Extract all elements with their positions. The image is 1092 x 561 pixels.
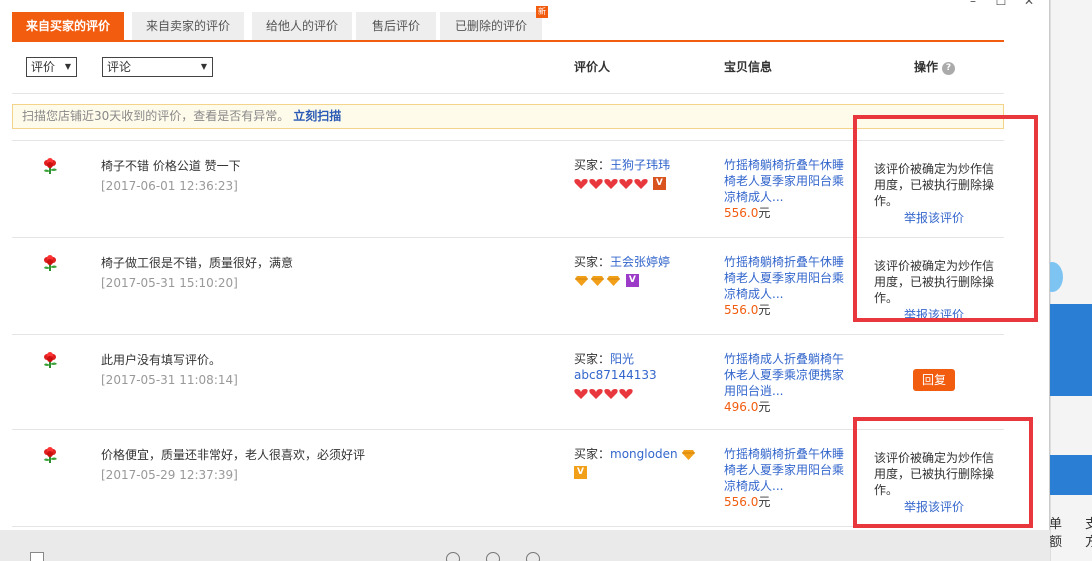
tab-from-buyers[interactable]: 来自买家的评价 [12, 12, 124, 40]
window-controls: – ☐ ✕ [959, 0, 1043, 8]
rater-info: 买家：mongloden V [574, 446, 709, 480]
bottom-toolbar [0, 530, 1050, 561]
diamond-level-icon [591, 275, 604, 286]
vip-badge-icon: V [625, 274, 639, 287]
select-all-checkbox[interactable] [30, 552, 44, 561]
caret-down-icon: ▼ [200, 62, 207, 71]
reply-button[interactable]: 回复 [913, 369, 955, 391]
item-info: 竹摇椅躺椅折叠午休睡椅老人夏季家用阳台乘凉椅成人... 556.0元 [724, 254, 849, 318]
zoom-in-icon[interactable] [446, 552, 460, 561]
vip-badge-icon: V [652, 177, 666, 190]
heart-level-icon [619, 178, 633, 189]
tab-deleted[interactable]: 已删除的评价新 [440, 6, 548, 40]
tab-after-sales[interactable]: 售后评价 [356, 12, 436, 40]
heart-level-icon [574, 388, 588, 399]
column-header-item: 宝贝信息 [724, 60, 773, 74]
buyer-name-link[interactable]: 王狗子玮玮 [610, 158, 670, 172]
item-info: 竹摇椅躺椅折叠午休睡椅老人夏季家用阳台乘凉椅成人... 556.0元 [724, 446, 849, 510]
rating-filter-select[interactable]: 评价 ▼ [26, 57, 77, 77]
buyer-name-link[interactable]: 阳光 [610, 352, 634, 366]
background-panel [1043, 304, 1092, 396]
item-title-link[interactable]: 竹摇椅躺椅折叠午休睡椅老人夏季家用阳台乘凉椅成人... [724, 157, 849, 205]
close-icon[interactable]: ✕ [1015, 0, 1043, 8]
minimize-icon[interactable]: – [959, 0, 987, 8]
item-info: 竹摇椅成人折叠躺椅午休老人夏季乘凉便携家用阳台逍... 496.0元 [724, 351, 849, 415]
review-comment: 椅子做工很是不错，质量很好，满意 [101, 256, 294, 270]
tab-to-others[interactable]: 给他人的评价 [252, 12, 352, 40]
review-date: [2017-05-31 11:08:14] [101, 373, 238, 387]
help-icon[interactable]: ? [942, 62, 956, 75]
heart-level-icon [574, 178, 588, 189]
diamond-level-icon [575, 275, 588, 286]
buyer-name-link[interactable]: 王会张婷婷 [610, 255, 670, 269]
heart-level-icon [589, 178, 603, 189]
heart-level-icon [604, 178, 618, 189]
zoom-out-icon[interactable] [486, 552, 500, 561]
item-title-link[interactable]: 竹摇椅成人折叠躺椅午休老人夏季乘凉便携家用阳台逍... [724, 351, 849, 399]
background-column-text: 单额 [1049, 517, 1063, 550]
item-info: 竹摇椅躺椅折叠午休睡椅老人夏季家用阳台乘凉椅成人... 556.0元 [724, 157, 849, 221]
heart-level-icon [634, 178, 648, 189]
divider [12, 93, 1004, 94]
rater-info: 买家：王狗子玮玮 V [574, 158, 671, 190]
item-price: 556.0元 [724, 495, 771, 509]
item-price: 556.0元 [724, 303, 771, 317]
review-tabs: 来自买家的评价 来自卖家的评价 给他人的评价 售后评价 已删除的评价新 [12, 6, 1004, 42]
heart-level-icon [604, 388, 618, 399]
scan-now-link[interactable]: 立刻扫描 [293, 109, 341, 123]
flower-good-rating-icon [44, 352, 57, 368]
heart-level-icon [589, 388, 603, 399]
buyer-name-link[interactable]: abc87144133 [574, 367, 709, 383]
highlight-box [853, 417, 1033, 528]
divider [12, 334, 1004, 335]
reset-icon[interactable] [526, 552, 540, 561]
buyer-name-link[interactable]: mongloden [610, 447, 678, 461]
flower-good-rating-icon [44, 158, 57, 174]
column-header-action: 操作? [914, 58, 956, 75]
flower-good-rating-icon [44, 447, 57, 463]
highlight-box [853, 115, 1038, 322]
review-comment: 价格便宜，质量还非常好，老人很喜欢，必须好评 [101, 448, 366, 462]
flower-good-rating-icon [44, 255, 57, 271]
new-badge: 新 [536, 6, 548, 18]
rater-info: 买家：王会张婷婷 V [574, 255, 671, 287]
tab-from-sellers[interactable]: 来自卖家的评价 [132, 12, 244, 40]
item-price: 556.0元 [724, 206, 771, 220]
column-header-rater: 评价人 [574, 60, 611, 74]
vip-badge-icon: V [574, 466, 587, 479]
background-window: 单额 支方 [1041, 0, 1092, 561]
review-comment: 此用户没有填写评价。 [101, 353, 222, 367]
caret-down-icon: ▼ [64, 62, 71, 71]
review-date: [2017-05-31 15:10:20] [101, 276, 238, 290]
diamond-level-icon [607, 275, 620, 286]
review-date: [2017-06-01 12:36:23] [101, 179, 238, 193]
item-title-link[interactable]: 竹摇椅躺椅折叠午休睡椅老人夏季家用阳台乘凉椅成人... [724, 254, 849, 302]
comment-filter-select[interactable]: 评论 ▼ [102, 57, 213, 77]
maximize-icon[interactable]: ☐ [987, 0, 1015, 8]
heart-level-icon [619, 388, 633, 399]
item-price: 496.0元 [724, 400, 771, 414]
background-panel [1043, 455, 1092, 495]
item-title-link[interactable]: 竹摇椅躺椅折叠午休睡椅老人夏季家用阳台乘凉椅成人... [724, 446, 849, 494]
diamond-level-icon [682, 449, 696, 460]
review-comment: 椅子不错 价格公道 赞一下 [101, 159, 241, 173]
review-date: [2017-05-29 12:37:39] [101, 468, 238, 482]
rater-info: 买家：阳光 abc87144133 [574, 351, 709, 401]
background-column-text: 支方 [1085, 517, 1092, 550]
